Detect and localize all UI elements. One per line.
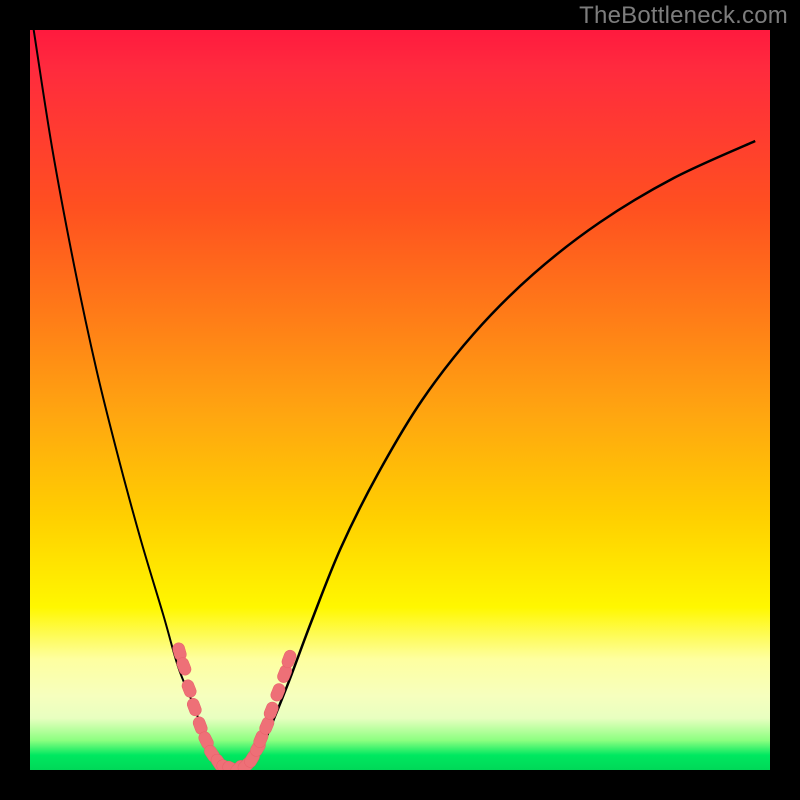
curve-left-branch [34,30,230,770]
data-marker [269,682,287,703]
plot-area [30,30,770,770]
data-marker [186,697,204,718]
watermark-text: TheBottleneck.com [579,2,788,30]
curve-layer [30,30,770,770]
chart-frame: TheBottleneck.com [0,0,800,800]
curve-right-branch [245,141,756,770]
